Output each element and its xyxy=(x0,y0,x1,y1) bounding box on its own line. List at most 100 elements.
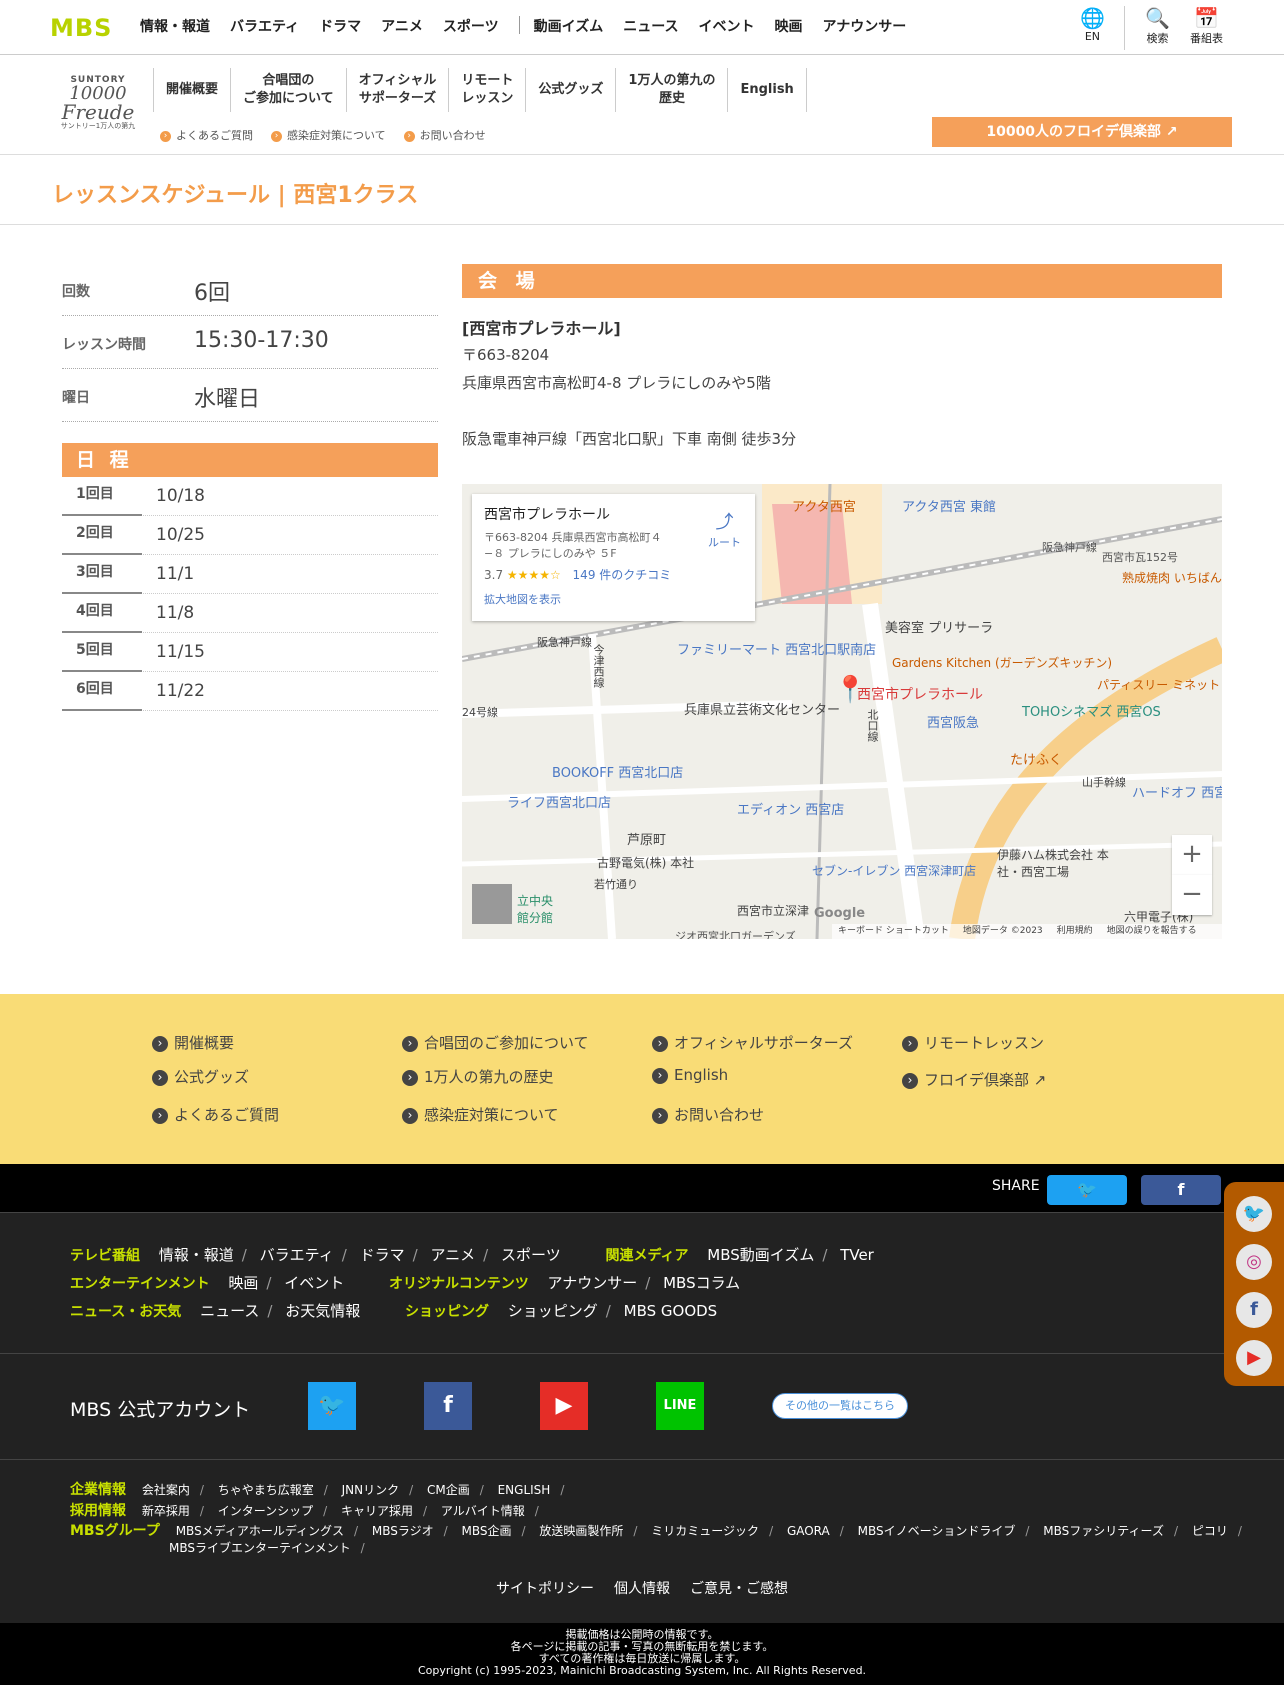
group-link[interactable]: MBSメディアホールディングス xyxy=(176,1524,344,1538)
line-account-button[interactable]: LINE xyxy=(656,1382,704,1430)
corp-link[interactable]: JNNリンク xyxy=(342,1483,400,1497)
link-infection[interactable]: 感染症対策について xyxy=(271,127,386,143)
zoom-in-button[interactable]: + xyxy=(1172,835,1212,875)
group-link[interactable]: MBS企画 xyxy=(462,1524,512,1538)
group-link[interactable]: MBSライブエンターテインメント xyxy=(169,1541,351,1555)
footer-link-club[interactable]: フロイデ倶楽部 ↗ xyxy=(902,1069,1046,1090)
footer-link-faq[interactable]: よくあるご質問 xyxy=(152,1104,279,1125)
enlarge-map-link[interactable]: 拡大地図を表示 xyxy=(484,591,743,607)
share-facebook-button[interactable]: f xyxy=(1141,1175,1221,1205)
group-link[interactable]: 放送映画製作所 xyxy=(539,1524,623,1538)
footer-link[interactable]: MBSコラム xyxy=(663,1274,740,1292)
nav-movie[interactable]: 映画 xyxy=(775,16,803,36)
nav-announcer[interactable]: アナウンサー xyxy=(823,16,907,36)
nav-variety[interactable]: バラエティ xyxy=(230,16,299,36)
mbs-logo[interactable]: MBS xyxy=(50,14,112,42)
footer-link[interactable]: ドラマ xyxy=(360,1246,405,1264)
footer-link-supporters[interactable]: オフィシャルサポーターズ xyxy=(652,1032,853,1053)
nav-drama[interactable]: ドラマ xyxy=(319,16,361,36)
recruit-link[interactable]: 新卒採用 xyxy=(142,1504,190,1518)
feedback-link[interactable]: ご意見・ご感想 xyxy=(690,1578,788,1598)
map-terms[interactable]: 利用規約 xyxy=(1057,924,1093,939)
group-link[interactable]: GAORA xyxy=(787,1524,830,1538)
corp-link[interactable]: ENGLISH xyxy=(498,1483,551,1497)
zoom-out-button[interactable]: − xyxy=(1172,875,1212,915)
freude-club-button[interactable]: 10000人のフロイデ倶楽部 ↗ xyxy=(932,117,1232,147)
share-twitter-button[interactable]: 🐦 xyxy=(1047,1175,1127,1205)
youtube-icon[interactable]: ▶ xyxy=(1236,1340,1272,1376)
submenu-supporters[interactable]: オフィシャル サポーターズ xyxy=(345,68,449,112)
submenu-remote-lesson[interactable]: リモート レッスン xyxy=(448,68,525,112)
location-pin-icon[interactable]: 📍 xyxy=(834,677,866,703)
footer-link-infection[interactable]: 感染症対策について xyxy=(402,1104,559,1125)
footer-link[interactable]: TVer xyxy=(840,1246,874,1264)
google-map[interactable]: 西宮市プレラホール 〒663-8204 兵庫県西宮市高松町４−８ プレラにしのみ… xyxy=(462,484,1222,939)
footer-link-history[interactable]: 1万人の第九の歴史 xyxy=(402,1066,554,1087)
instagram-icon[interactable]: ◎ xyxy=(1236,1244,1272,1280)
recruit-link[interactable]: インターンシップ xyxy=(218,1504,313,1518)
more-accounts-button[interactable]: その他の一覧はこちら xyxy=(772,1393,908,1419)
map-keyboard-shortcuts[interactable]: キーボード ショートカット xyxy=(838,924,949,939)
submenu-english[interactable]: English xyxy=(727,68,807,112)
twitter-account-button[interactable]: 🐦 xyxy=(308,1382,356,1430)
search-button[interactable]: 🔍 検索 xyxy=(1145,6,1170,46)
facebook-icon[interactable]: f xyxy=(1236,1292,1272,1328)
link-faq[interactable]: よくあるご質問 xyxy=(160,127,253,143)
youtube-account-button[interactable]: ▶ xyxy=(540,1382,588,1430)
facebook-icon: f xyxy=(1177,1180,1185,1199)
footer-link[interactable]: イベント xyxy=(284,1274,344,1292)
site-policy-link[interactable]: サイトポリシー xyxy=(496,1578,594,1598)
group-link[interactable]: MBSイノベーションドライブ xyxy=(858,1524,1016,1538)
map-report-error[interactable]: 地図の誤りを報告する xyxy=(1107,924,1197,939)
footer-link[interactable]: 情報・報道 xyxy=(159,1246,234,1264)
nav-newsonly[interactable]: ニュース xyxy=(623,16,678,36)
footer-link[interactable]: スポーツ xyxy=(501,1246,561,1264)
map-label: 西宮市立深津 xyxy=(737,904,810,918)
corp-row: 企業情報 会社案内 / ちゃやまち広報室 / JNNリンク / CM企画 / ENGLI… xyxy=(70,1482,565,1498)
nav-news[interactable]: 情報・報道 xyxy=(140,16,210,36)
nav-doga-ism[interactable]: 動画イズム xyxy=(534,16,604,36)
freude-logo[interactable]: SUNTORY 10000 Freude サントリー1万人の第九 xyxy=(50,75,146,131)
corp-link[interactable]: CM企画 xyxy=(427,1483,470,1497)
corp-link[interactable]: 会社案内 xyxy=(142,1483,190,1497)
nav-anime[interactable]: アニメ xyxy=(381,16,423,36)
recruit-link[interactable]: アルバイト情報 xyxy=(441,1504,525,1518)
schedule-row: 1回目 10/18 xyxy=(62,477,438,516)
footer-link[interactable]: バラエティ xyxy=(260,1246,334,1264)
submenu-join[interactable]: 合唱団の ご参加について xyxy=(230,68,346,112)
twitter-icon[interactable]: 🐦 xyxy=(1236,1196,1272,1232)
reviews-link[interactable]: 149 件のクチコミ xyxy=(573,568,672,582)
footer-link-english[interactable]: English xyxy=(652,1066,728,1084)
facebook-account-button[interactable]: f xyxy=(424,1382,472,1430)
policy-links: サイトポリシー 個人情報 ご意見・ご感想 xyxy=(496,1578,788,1598)
submenu-goods[interactable]: 公式グッズ xyxy=(525,68,615,112)
language-button[interactable]: 🌐 EN xyxy=(1080,6,1105,43)
footer-link-remote[interactable]: リモートレッスン xyxy=(902,1032,1044,1053)
link-contact[interactable]: お問い合わせ xyxy=(404,127,486,143)
footer-link-overview[interactable]: 開催概要 xyxy=(152,1032,234,1053)
submenu-history[interactable]: 1万人の第九の 歴史 xyxy=(615,68,727,112)
group-link[interactable]: ミリカミュージック xyxy=(651,1524,759,1538)
footer-link-contact[interactable]: お問い合わせ xyxy=(652,1104,764,1125)
footer-link[interactable]: アナウンサー xyxy=(548,1274,638,1292)
submenu-overview[interactable]: 開催概要 xyxy=(153,68,230,112)
nav-sports[interactable]: スポーツ xyxy=(443,16,499,36)
route-button[interactable]: ⤴ ルート xyxy=(708,508,741,550)
footer-link[interactable]: 映画 xyxy=(228,1274,258,1292)
group-link[interactable]: MBSラジオ xyxy=(372,1524,434,1538)
corp-link[interactable]: ちゃやまち広報室 xyxy=(218,1483,314,1497)
footer-link[interactable]: アニメ xyxy=(430,1246,475,1264)
footer-link[interactable]: ショッピング xyxy=(508,1302,598,1320)
footer-link-join[interactable]: 合唱団のご参加について xyxy=(402,1032,589,1053)
footer-link[interactable]: MBS GOODS xyxy=(624,1302,718,1320)
schedule-button[interactable]: 📅 番組表 xyxy=(1190,6,1223,46)
footer-link-goods[interactable]: 公式グッズ xyxy=(152,1066,249,1087)
group-link[interactable]: MBSファシリティーズ xyxy=(1043,1524,1164,1538)
footer-link[interactable]: MBS動画イズム xyxy=(707,1246,814,1264)
footer-link[interactable]: ニュース xyxy=(200,1302,259,1320)
group-link[interactable]: ピコリ xyxy=(1192,1524,1228,1538)
recruit-link[interactable]: キャリア採用 xyxy=(341,1504,413,1518)
privacy-link[interactable]: 個人情報 xyxy=(614,1578,670,1598)
nav-event[interactable]: イベント xyxy=(699,16,755,36)
footer-link[interactable]: お天気情報 xyxy=(285,1302,360,1320)
